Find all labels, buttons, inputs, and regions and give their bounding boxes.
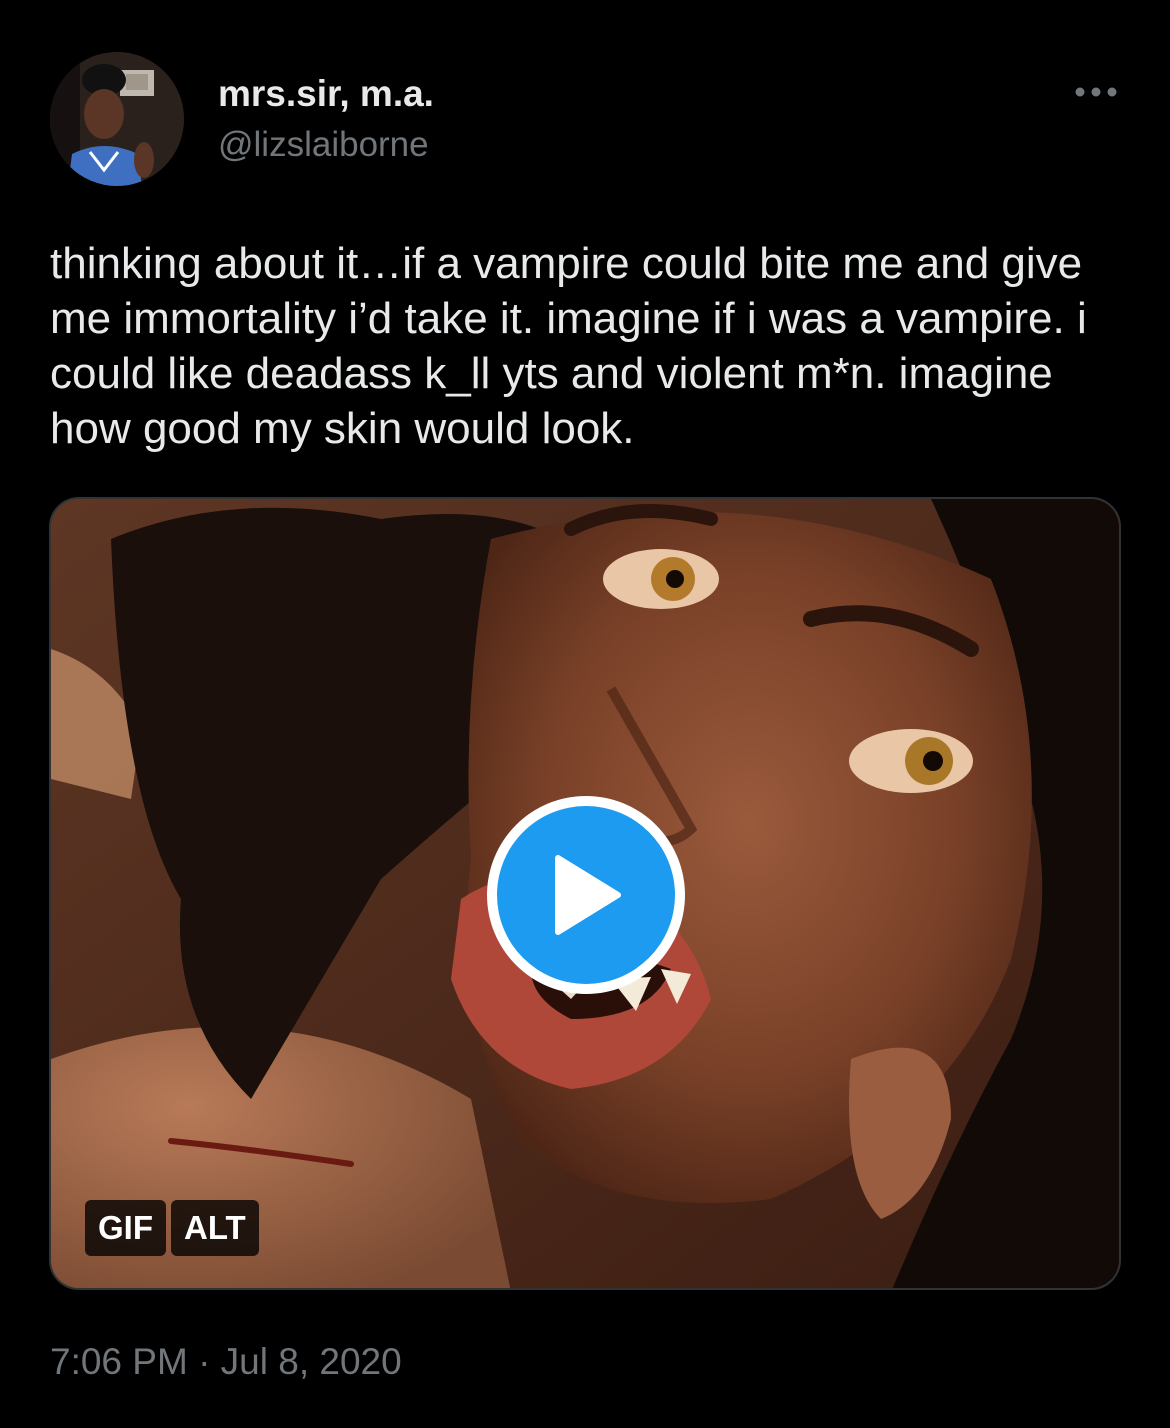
author-block: mrs.sir, m.a. @lizslaiborne (218, 72, 434, 168)
media-badges: GIF ALT (85, 1200, 259, 1256)
gif-media[interactable]: GIF ALT (49, 497, 1121, 1290)
more-horizontal-icon (1075, 87, 1117, 97)
tweet-card: mrs.sir, m.a. @lizslaiborne thinking abo… (0, 0, 1170, 1428)
display-name[interactable]: mrs.sir, m.a. (218, 72, 434, 116)
gif-badge: GIF (85, 1200, 166, 1256)
profile-photo-icon (50, 52, 184, 186)
tweet-text: thinking about it…if a vampire could bit… (50, 239, 1087, 453)
play-icon (555, 855, 621, 935)
alt-text-badge[interactable]: ALT (171, 1200, 259, 1256)
avatar[interactable] (50, 52, 184, 186)
play-button-inner (497, 806, 675, 984)
more-options-button[interactable] (1068, 74, 1124, 110)
tweet-timestamp[interactable]: 7:06 PM · Jul 8, 2020 (50, 1340, 402, 1384)
user-handle[interactable]: @lizslaiborne (218, 122, 434, 168)
play-button[interactable] (487, 796, 685, 994)
